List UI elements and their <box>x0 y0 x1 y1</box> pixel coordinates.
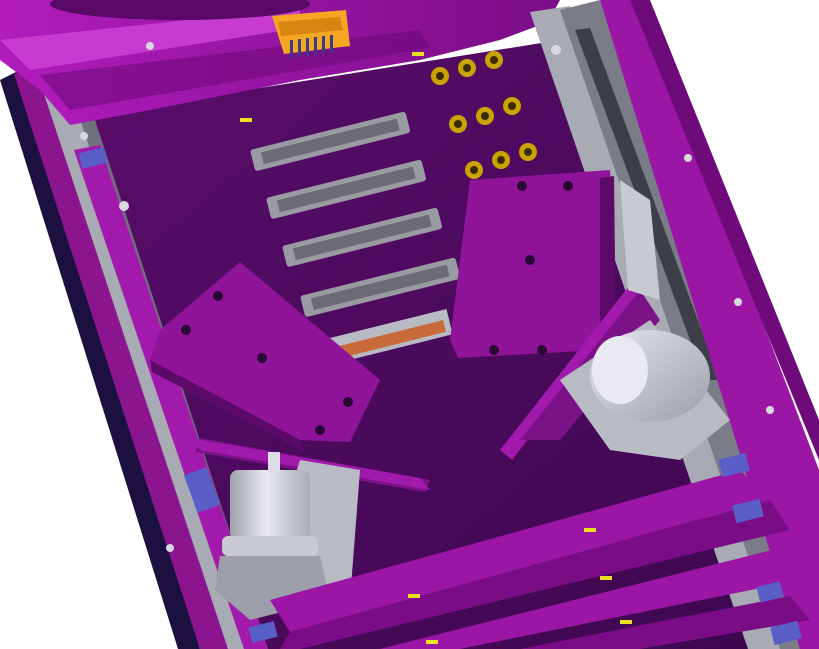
mounting-plate-right <box>450 170 616 358</box>
gold-connector <box>431 67 449 85</box>
yellow-mark <box>408 594 420 598</box>
yellow-mark <box>620 620 632 624</box>
motor-body <box>230 470 310 540</box>
screw <box>551 45 561 55</box>
yellow-mark <box>600 576 612 580</box>
screw <box>166 544 174 552</box>
gold-connector <box>465 161 483 179</box>
gold-connector <box>503 97 521 115</box>
gold-connector <box>519 143 537 161</box>
screw <box>119 201 129 211</box>
screw <box>766 406 774 414</box>
yellow-mark <box>240 118 252 122</box>
yellow-mark <box>412 52 424 56</box>
screw <box>684 154 692 162</box>
gold-connector <box>485 51 503 69</box>
screw <box>734 298 742 306</box>
gold-connector <box>449 115 467 133</box>
screw <box>146 42 154 50</box>
yellow-mark <box>426 640 438 644</box>
screw <box>80 132 88 140</box>
gold-connector <box>492 151 510 169</box>
yellow-mark <box>584 528 596 532</box>
gold-connector <box>476 107 494 125</box>
gold-connector <box>458 59 476 77</box>
cad-assembly-render <box>0 0 819 649</box>
